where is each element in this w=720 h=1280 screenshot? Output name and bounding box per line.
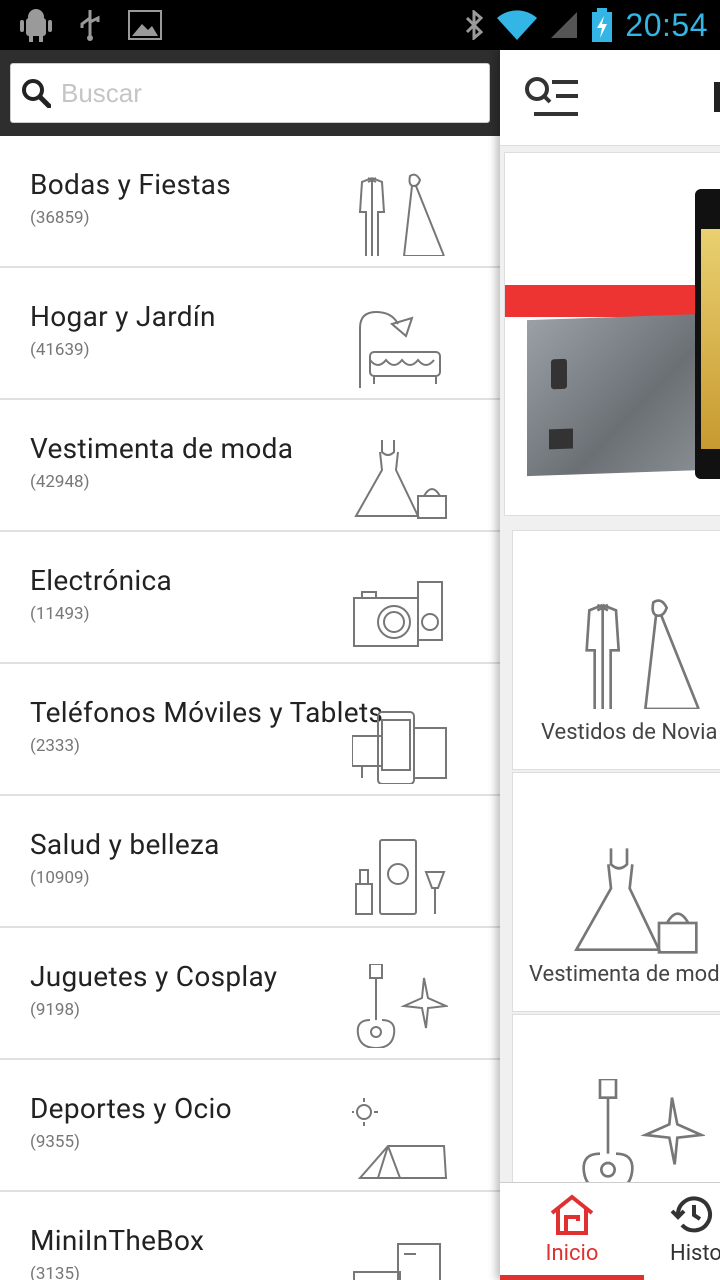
- category-drawer: Bodas y Fiestas (36859) Hogar y Jardín (…: [0, 50, 500, 1280]
- history-icon: [670, 1196, 712, 1233]
- category-name: Electrónica: [30, 564, 173, 597]
- tent-sun-icon: [352, 1098, 448, 1179]
- category-item[interactable]: Bodas y Fiestas (36859): [0, 136, 500, 268]
- category-name: Salud y belleza: [30, 828, 220, 861]
- dress-bag-icon: [354, 440, 447, 519]
- main-content: Vestidos de Novia Vestimenta de moda Ini…: [500, 50, 720, 1280]
- android-icon: [20, 9, 52, 42]
- status-bar: 20:54: [0, 0, 720, 50]
- phone-tablet-icon: [352, 711, 447, 784]
- image-icon: [128, 10, 162, 40]
- banner-phone-front: [695, 189, 720, 479]
- category-item[interactable]: Vestimenta de moda (42948): [0, 400, 500, 532]
- category-count: (11493): [30, 604, 90, 624]
- category-item[interactable]: Teléfonos Móviles y Tablets (2333): [0, 664, 500, 796]
- search-input[interactable]: [61, 77, 441, 109]
- category-item[interactable]: Electrónica (11493): [0, 532, 500, 664]
- category-tile[interactable]: Vestimenta de moda: [512, 772, 720, 1012]
- usb-icon: [80, 10, 100, 41]
- category-tile[interactable]: Vestidos de Novia: [512, 530, 720, 770]
- wedding-couple-icon: [358, 173, 445, 256]
- toolbar-edge: [714, 82, 720, 112]
- box-icon: [353, 1243, 441, 1280]
- wedding-couple-icon: [585, 599, 700, 709]
- battery-charging-icon: [592, 8, 613, 42]
- nav-label: Historial: [670, 1241, 720, 1266]
- category-item[interactable]: Hogar y Jardín (41639): [0, 268, 500, 400]
- category-name: Juguetes y Cosplay: [30, 960, 278, 993]
- banner-red-stripe: [505, 285, 695, 317]
- search-box[interactable]: [10, 63, 490, 123]
- category-list: Bodas y Fiestas (36859) Hogar y Jardín (…: [0, 136, 500, 1280]
- menu-search-icon[interactable]: [522, 74, 582, 120]
- nav-historial[interactable]: Historial: [670, 1193, 720, 1266]
- category-count: (3135): [30, 1264, 80, 1280]
- cosmetics-icon: [355, 839, 446, 915]
- main-toolbar: [500, 50, 720, 146]
- category-name: MiniInTheBox: [30, 1224, 205, 1257]
- search-area: [0, 50, 500, 136]
- bottom-navigation: Inicio Historial: [500, 1182, 720, 1280]
- category-item[interactable]: MiniInTheBox (3135): [0, 1192, 500, 1280]
- category-item[interactable]: Deportes y Ocio (9355): [0, 1060, 500, 1192]
- category-name: Bodas y Fiestas: [30, 168, 231, 201]
- category-name: Deportes y Ocio: [30, 1092, 232, 1125]
- category-item[interactable]: Juguetes y Cosplay (9198): [0, 928, 500, 1060]
- banner-phone-image: [527, 313, 707, 477]
- category-count: (9198): [30, 1000, 80, 1020]
- nav-inicio[interactable]: Inicio: [534, 1193, 610, 1266]
- guitar-plane-icon: [582, 1079, 705, 1191]
- category-count: (10909): [30, 868, 90, 888]
- home-icon: [550, 1194, 594, 1235]
- promo-banner[interactable]: [504, 152, 720, 516]
- category-count: (2333): [30, 736, 80, 756]
- guitar-plane-icon: [356, 964, 448, 1048]
- category-count: (9355): [30, 1132, 80, 1152]
- category-name: Vestimenta de moda: [30, 432, 294, 465]
- clock: 20:54: [625, 6, 708, 43]
- signal-icon: [551, 12, 578, 38]
- search-icon: [22, 79, 51, 108]
- nav-label: Inicio: [545, 1241, 599, 1266]
- category-count: (42948): [30, 472, 90, 492]
- category-item[interactable]: Salud y belleza (10909): [0, 796, 500, 928]
- lamp-sofa-icon: [359, 310, 441, 388]
- category-name: Hogar y Jardín: [30, 300, 216, 333]
- bluetooth-icon: [466, 10, 484, 40]
- category-name: Teléfonos Móviles y Tablets: [30, 696, 384, 729]
- camera-player-icon: [353, 581, 443, 647]
- dress-bag-icon: [574, 848, 698, 954]
- tile-label: Vestimenta de moda: [529, 962, 720, 987]
- category-count: (36859): [30, 208, 90, 228]
- active-tab-indicator: [500, 1275, 644, 1280]
- category-count: (41639): [30, 340, 90, 360]
- wifi-icon: [497, 10, 538, 40]
- tile-label: Vestidos de Novia: [541, 720, 718, 745]
